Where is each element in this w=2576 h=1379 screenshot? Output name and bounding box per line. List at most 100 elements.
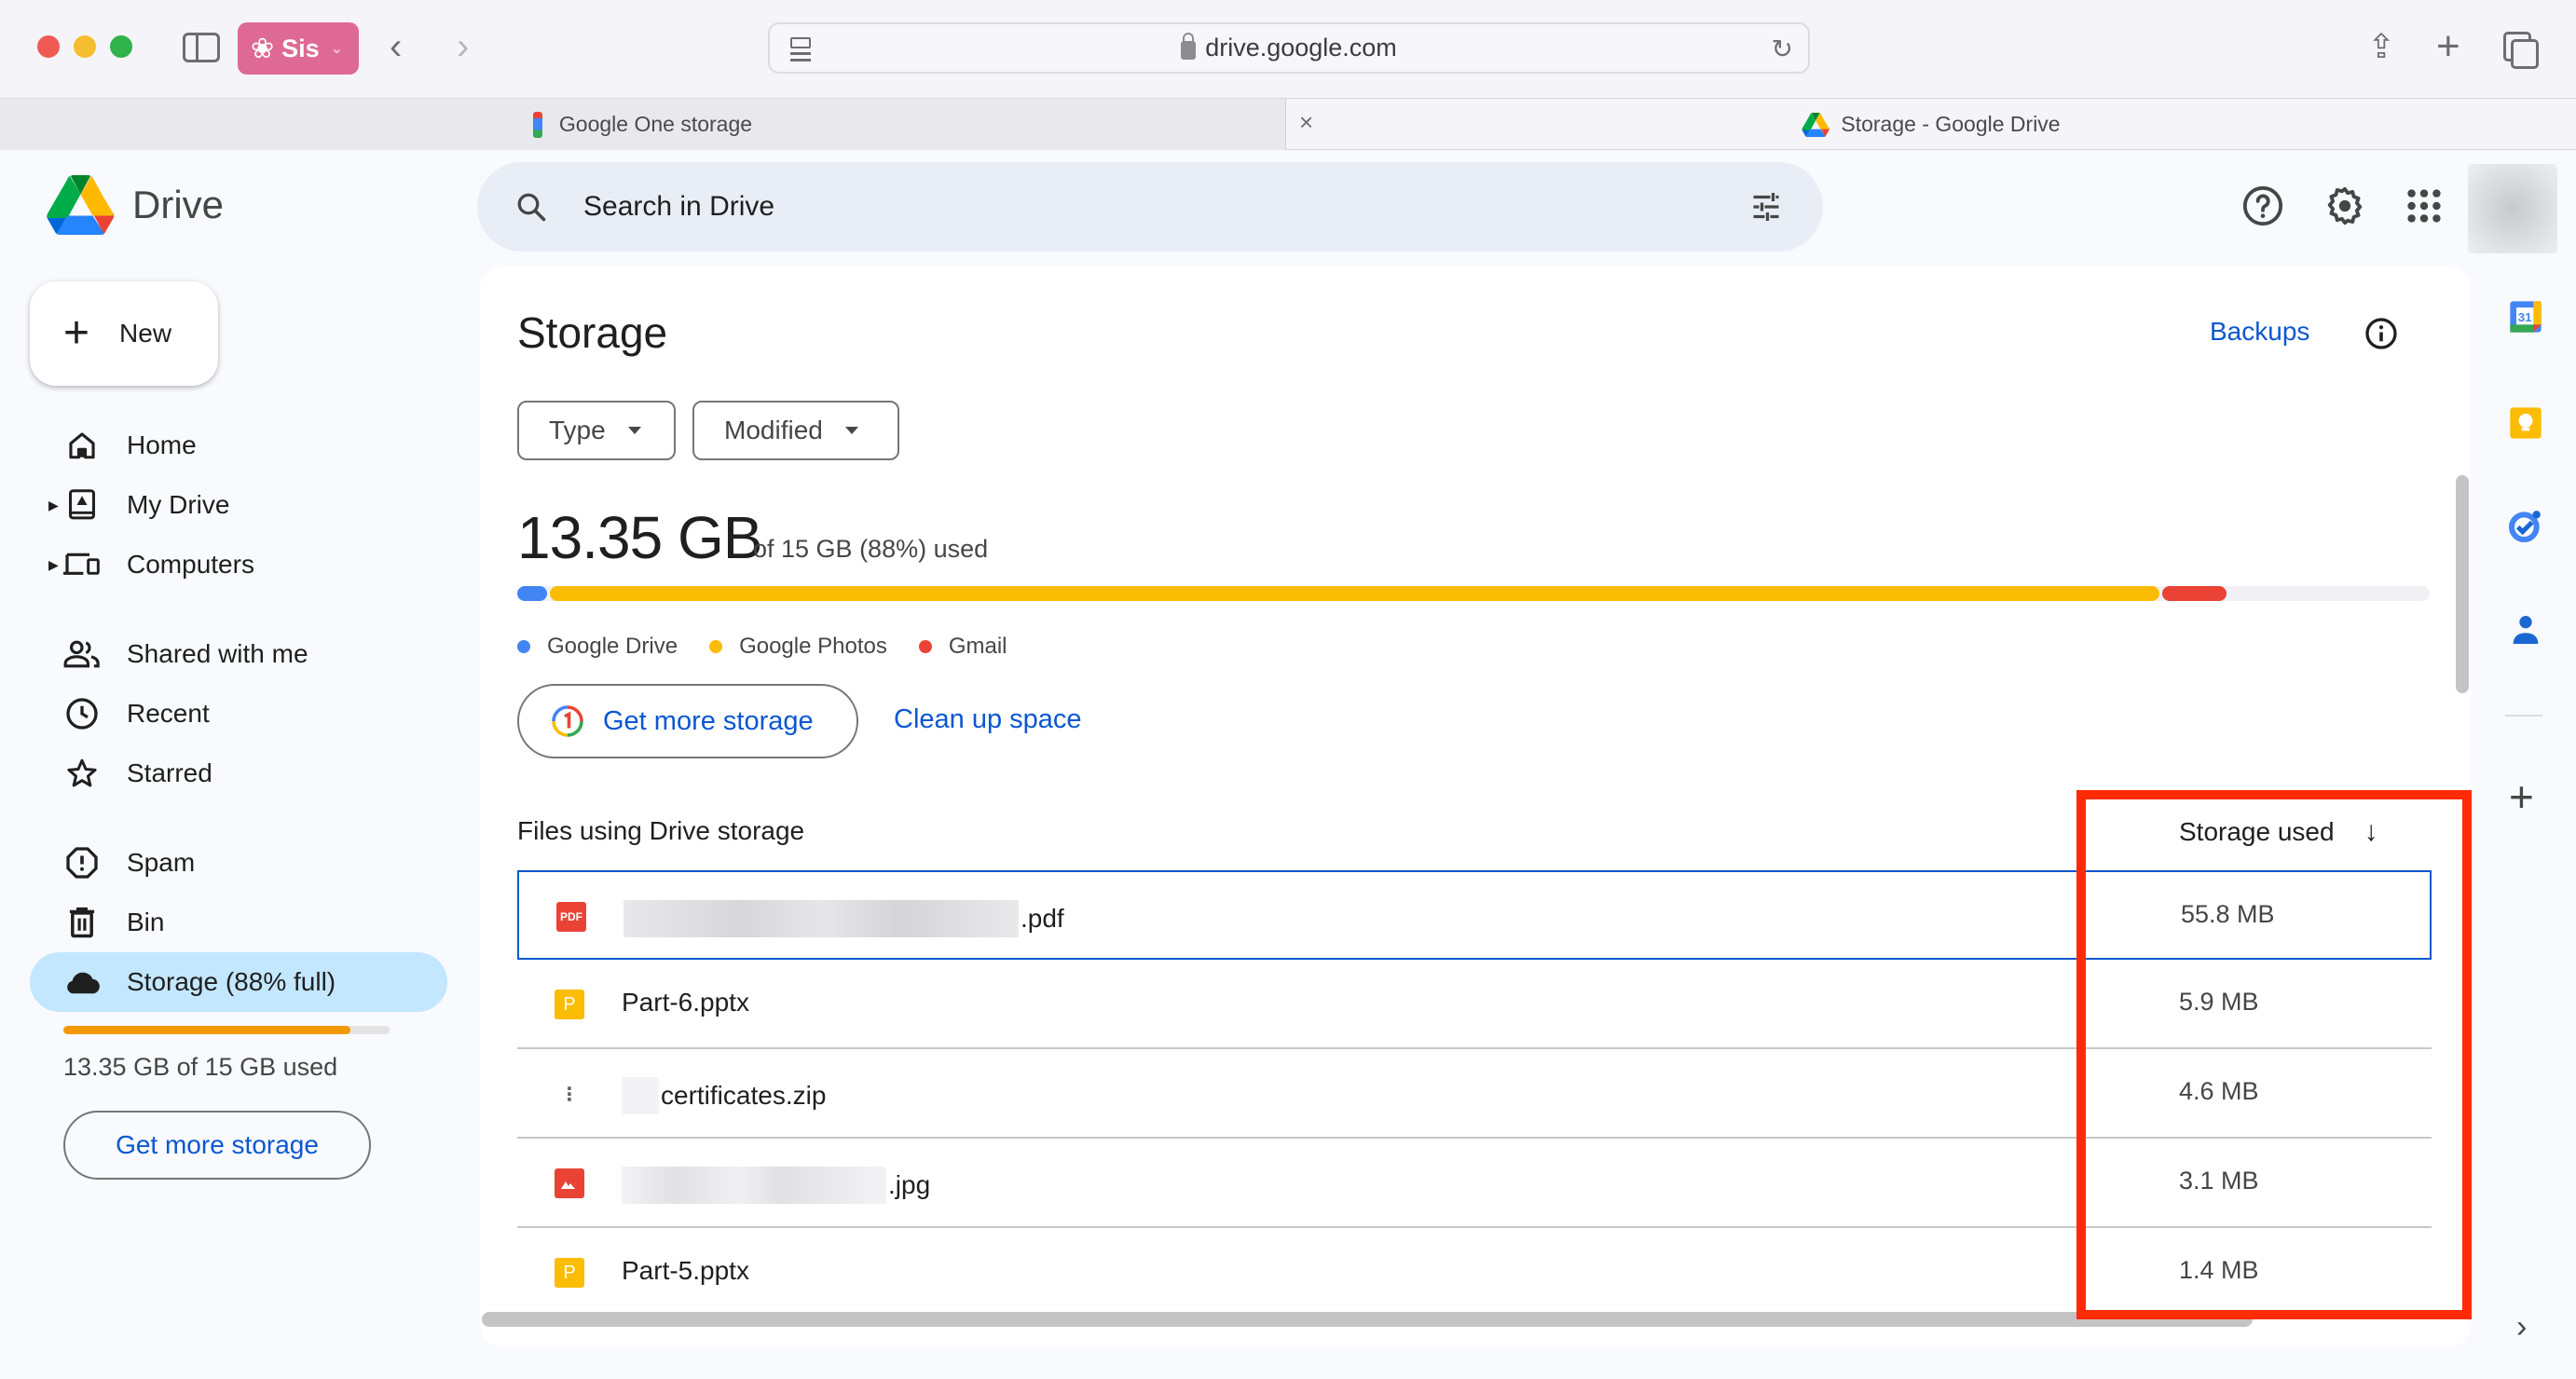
legend-label: Gmail bbox=[948, 634, 1007, 659]
sidebar-item-recent[interactable]: Recent bbox=[30, 684, 447, 744]
rail-divider bbox=[2505, 715, 2542, 717]
home-icon bbox=[63, 427, 101, 464]
backups-link[interactable]: Backups bbox=[2210, 317, 2309, 347]
pdf-file-icon: PDF bbox=[556, 902, 586, 932]
chevron-down-icon: ⌄ bbox=[330, 41, 344, 57]
sidebar-storage-bar-fill bbox=[63, 1026, 350, 1034]
usage-segment-gmail bbox=[2161, 586, 2227, 601]
drive-logo[interactable]: Drive bbox=[47, 175, 224, 235]
sidebar-item-label: My Drive bbox=[127, 490, 230, 519]
type-filter-chip[interactable]: Type bbox=[517, 401, 676, 460]
annotation-highlight-box bbox=[2076, 790, 2472, 1319]
sidebar-storage-bar bbox=[63, 1026, 390, 1034]
modified-filter-chip[interactable]: Modified bbox=[692, 401, 899, 460]
url-text: drive.google.com bbox=[1205, 34, 1397, 61]
info-icon[interactable] bbox=[2364, 317, 2398, 350]
calendar-icon[interactable]: 31 bbox=[2507, 298, 2544, 335]
sidebar-item-starred[interactable]: Starred bbox=[30, 744, 447, 803]
tab-bar: Google One storage × Storage - Google Dr… bbox=[0, 98, 2576, 150]
expand-arrow-icon[interactable]: ▶ bbox=[48, 498, 59, 513]
minimize-window-button[interactable] bbox=[74, 35, 96, 58]
sidebar-item-label: Bin bbox=[127, 908, 165, 936]
forward-button[interactable]: › bbox=[457, 24, 469, 69]
tab-title: Google One storage bbox=[558, 112, 753, 136]
sidebar-item-my-drive[interactable]: ▶ My Drive bbox=[30, 475, 447, 535]
computers-icon bbox=[63, 546, 101, 583]
add-addon-icon[interactable]: + bbox=[2509, 775, 2534, 818]
file-name-text: Part-5.pptx bbox=[622, 1256, 749, 1285]
sidebar-item-storage[interactable]: Storage (88% full) bbox=[30, 952, 447, 1012]
search-input[interactable]: Search in Drive bbox=[583, 191, 774, 223]
get-more-storage-button[interactable]: Get more storage bbox=[517, 684, 858, 758]
image-file-icon bbox=[555, 1168, 584, 1198]
legend-google-photos: Google Photos bbox=[709, 634, 887, 660]
zip-file-icon: ⋮ bbox=[560, 1084, 579, 1105]
sidebar-item-shared-with-me[interactable]: Shared with me bbox=[30, 624, 447, 684]
new-tab-icon[interactable]: + bbox=[2436, 26, 2460, 67]
sidebar-item-home[interactable]: Home bbox=[30, 416, 447, 475]
zoom-window-button[interactable] bbox=[110, 35, 132, 58]
legend-gmail: Gmail bbox=[918, 634, 1007, 660]
google-apps-icon[interactable] bbox=[2403, 184, 2446, 227]
sidebar-get-more-storage-button[interactable]: Get more storage bbox=[63, 1111, 371, 1180]
vertical-scrollbar[interactable] bbox=[2456, 475, 2469, 693]
trash-icon bbox=[63, 904, 101, 941]
browser-toolbar: ❀ Sis ⌄ ‹ › drive.google.com ↻ ⇪ + bbox=[0, 0, 2576, 98]
legend-dot-icon bbox=[918, 640, 932, 653]
legend-dot-icon bbox=[517, 640, 530, 653]
expand-arrow-icon[interactable]: ▶ bbox=[48, 557, 59, 573]
profile-button[interactable]: ❀ Sis ⌄ bbox=[238, 22, 359, 75]
file-name-text: Part-6.pptx bbox=[622, 988, 749, 1017]
usage-segment-google-drive bbox=[517, 586, 547, 601]
sidebar-item-label: Starred bbox=[127, 758, 212, 787]
address-bar[interactable]: drive.google.com ↻ bbox=[768, 22, 1810, 74]
contacts-icon[interactable] bbox=[2507, 611, 2544, 649]
file-name-text: .pdf bbox=[1021, 904, 1064, 933]
google-one-icon bbox=[552, 705, 583, 737]
redacted-text bbox=[622, 1167, 886, 1204]
settings-icon[interactable] bbox=[2323, 184, 2366, 227]
profile-label: Sis bbox=[281, 34, 320, 62]
search-bar[interactable]: Search in Drive bbox=[477, 162, 1823, 252]
sidebar-item-spam[interactable]: Spam bbox=[30, 833, 447, 893]
tab-storage-google-drive[interactable]: Storage - Google Drive bbox=[1286, 99, 2576, 150]
slides-file-icon: P bbox=[555, 1258, 584, 1288]
sidebar-toggle-icon[interactable] bbox=[183, 33, 220, 62]
close-window-button[interactable] bbox=[37, 35, 60, 58]
tab-google-one-storage[interactable]: Google One storage bbox=[0, 99, 1286, 150]
expand-panel-chevron-icon[interactable]: › bbox=[2516, 1309, 2527, 1345]
new-button[interactable]: + New bbox=[30, 281, 218, 386]
shared-icon bbox=[63, 635, 101, 673]
chip-label: Type bbox=[549, 416, 606, 444]
star-icon bbox=[63, 755, 101, 792]
legend-label: Google Photos bbox=[739, 634, 887, 659]
button-label: Get more storage bbox=[603, 705, 814, 736]
search-icon[interactable] bbox=[514, 190, 548, 224]
drive-logo-icon bbox=[1802, 112, 1830, 137]
sidebar-item-label: Recent bbox=[127, 699, 210, 728]
sidebar-item-bin[interactable]: Bin bbox=[30, 893, 447, 952]
back-button[interactable]: ‹ bbox=[390, 24, 402, 69]
usage-segment-google-photos bbox=[549, 586, 2159, 601]
horizontal-scrollbar[interactable] bbox=[482, 1312, 2253, 1327]
file-name: .pdf bbox=[623, 900, 1064, 937]
reload-icon[interactable]: ↻ bbox=[1772, 34, 1793, 64]
slides-file-icon: P bbox=[555, 990, 584, 1019]
sidebar-item-computers[interactable]: ▶ Computers bbox=[30, 535, 447, 594]
drive-logo-icon bbox=[47, 175, 114, 235]
dropdown-arrow-icon bbox=[627, 427, 641, 434]
file-name: certificates.zip bbox=[622, 1077, 826, 1114]
reader-icon[interactable] bbox=[790, 37, 811, 61]
share-icon[interactable]: ⇪ bbox=[2367, 26, 2395, 67]
tab-overview-icon[interactable] bbox=[2503, 32, 2539, 69]
clean-up-space-button[interactable]: Clean up space bbox=[894, 704, 1082, 735]
file-name: Part-6.pptx bbox=[622, 988, 749, 1017]
search-options-icon[interactable] bbox=[1748, 190, 1784, 224]
help-icon[interactable] bbox=[2241, 184, 2284, 227]
tasks-icon[interactable] bbox=[2507, 507, 2544, 544]
redacted-text bbox=[623, 900, 1019, 937]
account-avatar[interactable] bbox=[2468, 164, 2557, 253]
keep-icon[interactable] bbox=[2507, 404, 2544, 442]
cloud-icon bbox=[63, 963, 101, 1001]
sidebar-item-label: Home bbox=[127, 430, 197, 459]
